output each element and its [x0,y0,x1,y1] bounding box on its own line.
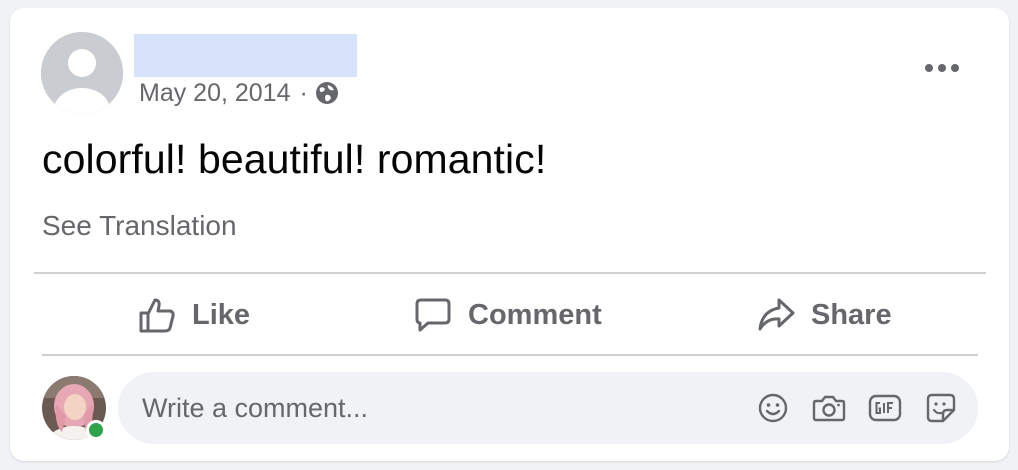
thumbs-up-icon [139,298,175,333]
online-status-dot [86,420,106,440]
divider [34,272,986,274]
gif-icon [868,394,902,422]
post-date[interactable]: May 20, 2014 [139,79,291,108]
see-translation-link[interactable]: See Translation [42,210,237,242]
comment-input[interactable] [142,372,702,444]
camera-icon [812,395,846,422]
ellipsis-icon [925,64,959,72]
comment-composer [118,372,978,444]
emoji-button[interactable] [755,390,791,426]
post-meta: May 20, 2014 · [139,78,339,108]
share-label: Share [811,298,892,331]
globe-icon[interactable] [315,81,339,105]
share-button[interactable]: Share [757,290,892,340]
speech-bubble-icon [415,298,451,332]
comment-button[interactable]: Comment [414,290,602,340]
share-arrow-icon [758,298,795,331]
post-text: colorful! beautiful! romantic! [42,136,547,182]
more-options-button[interactable] [920,56,964,80]
sticker-button[interactable] [923,390,959,426]
author-avatar[interactable] [41,32,123,114]
gif-button[interactable] [867,390,903,426]
divider [42,354,978,356]
author-name-redacted[interactable] [134,34,357,77]
like-label: Like [192,298,251,331]
meta-separator: · [299,78,308,107]
comment-label: Comment [468,298,602,331]
camera-button[interactable] [811,390,847,426]
sticker-icon [926,393,956,423]
like-button[interactable]: Like [138,290,250,340]
emoji-icon [758,393,788,423]
